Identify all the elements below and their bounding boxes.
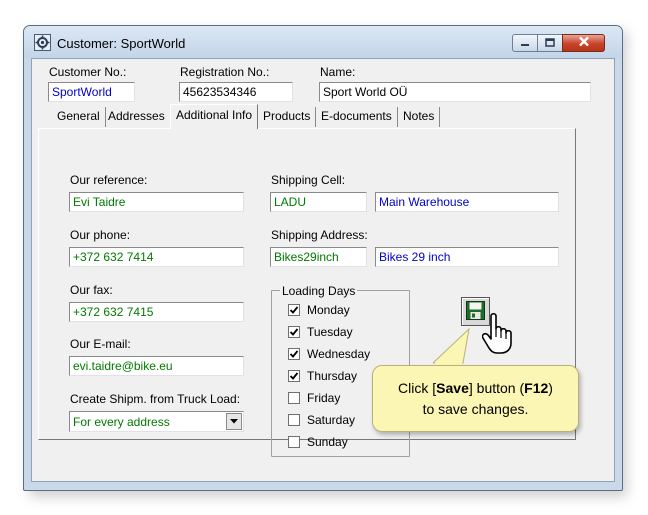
loading-day-label: Thursday bbox=[307, 369, 358, 383]
maximize-icon bbox=[545, 36, 555, 50]
loading-day-checkbox[interactable] bbox=[288, 348, 300, 360]
loading-day-label: Tuesday bbox=[307, 325, 353, 339]
shipping-address-label: Shipping Address: bbox=[271, 228, 368, 242]
customer-no-label: Customer No.: bbox=[49, 65, 127, 79]
window-title: Customer: SportWorld bbox=[57, 36, 186, 51]
shipping-cell-name-field[interactable]: Main Warehouse bbox=[375, 192, 559, 212]
registration-no-label: Registration No.: bbox=[180, 65, 270, 79]
loading-day-monday[interactable]: Monday bbox=[288, 303, 398, 319]
callout-save-word: Save bbox=[436, 380, 469, 396]
title-bar[interactable]: Customer: SportWorld bbox=[24, 26, 622, 58]
tab-addresses[interactable]: Addresses bbox=[103, 107, 171, 127]
our-phone-field[interactable]: +372 632 7414 bbox=[69, 247, 244, 267]
create-shipment-value: For every address bbox=[73, 415, 170, 429]
name-label: Name: bbox=[320, 65, 356, 79]
loading-day-sunday[interactable]: Sunday bbox=[288, 435, 398, 451]
callout-text-middle: ] button ( bbox=[468, 380, 525, 396]
tab-products[interactable]: Products bbox=[258, 107, 317, 127]
loading-days-title: Loading Days bbox=[280, 284, 358, 298]
callout-line-1: Click [Save] button (F12) bbox=[373, 378, 578, 399]
callout-line-2: to save changes. bbox=[422, 401, 529, 417]
shipping-address-code-field[interactable]: Bikes29inch bbox=[270, 247, 367, 267]
callout-tail bbox=[433, 327, 470, 366]
loading-day-checkbox[interactable] bbox=[288, 392, 300, 404]
loading-day-checkbox[interactable] bbox=[288, 414, 300, 426]
customer-no-field[interactable]: SportWorld bbox=[48, 82, 135, 102]
dropdown-arrow-icon[interactable] bbox=[226, 413, 242, 430]
hand-cursor-icon bbox=[481, 312, 516, 357]
minimize-button[interactable] bbox=[512, 34, 538, 52]
our-phone-label: Our phone: bbox=[70, 228, 131, 242]
our-fax-label: Our fax: bbox=[70, 283, 113, 297]
tab-general[interactable]: General bbox=[52, 107, 106, 127]
app-icon bbox=[34, 34, 51, 51]
loading-day-checkbox[interactable] bbox=[288, 304, 300, 316]
our-reference-label: Our reference: bbox=[70, 173, 148, 187]
loading-day-label: Friday bbox=[307, 391, 341, 405]
maximize-button[interactable] bbox=[537, 34, 563, 52]
create-shipment-label: Create Shipm. from Truck Load: bbox=[70, 392, 241, 406]
checkmark-icon bbox=[289, 328, 299, 336]
loading-day-checkbox[interactable] bbox=[288, 436, 300, 448]
tab-e-documents[interactable]: E-documents bbox=[316, 107, 398, 127]
tab-notes[interactable]: Notes bbox=[398, 107, 441, 127]
callout-text-after: ) bbox=[548, 380, 553, 396]
our-email-label: Our E-mail: bbox=[70, 337, 131, 351]
loading-day-label: Saturday bbox=[307, 413, 356, 427]
our-fax-field[interactable]: +372 632 7415 bbox=[69, 302, 244, 322]
callout-key: F12 bbox=[524, 380, 549, 396]
minimize-icon bbox=[520, 36, 530, 50]
registration-no-field[interactable]: 45623534346 bbox=[179, 82, 293, 102]
checkmark-icon bbox=[289, 306, 299, 314]
our-email-field[interactable]: evi.taidre@bike.eu bbox=[69, 356, 244, 376]
close-icon bbox=[578, 36, 590, 50]
save-hint-callout: Click [Save] button (F12) to save change… bbox=[372, 365, 579, 432]
loading-day-label: Sunday bbox=[307, 435, 348, 449]
checkmark-icon bbox=[289, 372, 299, 380]
name-field[interactable]: Sport World OÜ bbox=[319, 82, 591, 102]
loading-day-label: Wednesday bbox=[307, 347, 371, 361]
shipping-cell-label: Shipping Cell: bbox=[271, 173, 346, 187]
tab-additional-info[interactable]: Additional Info bbox=[170, 104, 259, 129]
checkmark-icon bbox=[289, 350, 299, 358]
loading-day-wednesday[interactable]: Wednesday bbox=[288, 347, 398, 363]
shipping-address-name-field[interactable]: Bikes 29 inch bbox=[375, 247, 559, 267]
loading-day-label: Monday bbox=[307, 303, 350, 317]
loading-day-checkbox[interactable] bbox=[288, 370, 300, 382]
shipping-cell-code-field[interactable]: LADU bbox=[270, 192, 367, 212]
loading-day-checkbox[interactable] bbox=[288, 326, 300, 338]
our-reference-field[interactable]: Evi Taidre bbox=[69, 192, 244, 212]
create-shipment-select[interactable]: For every address bbox=[69, 411, 244, 432]
close-button[interactable] bbox=[562, 34, 605, 52]
callout-text-before: Click [ bbox=[398, 380, 437, 396]
loading-day-tuesday[interactable]: Tuesday bbox=[288, 325, 398, 341]
